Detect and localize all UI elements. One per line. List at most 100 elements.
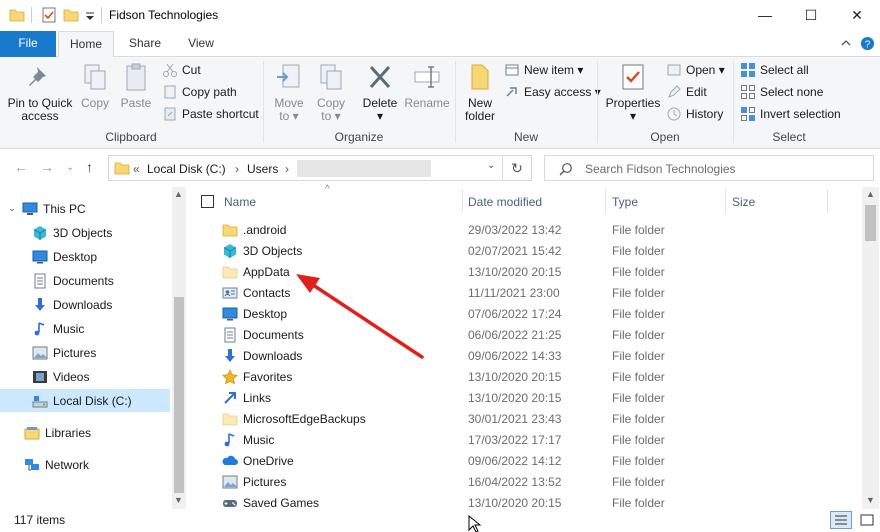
select-none-button[interactable]: Select none [740, 82, 823, 102]
new-folder-button[interactable]: New folder [458, 61, 502, 123]
nav-item-3d-objects[interactable]: 3D Objects [32, 221, 112, 244]
collapse-ribbon-icon[interactable] [840, 36, 852, 50]
tab-home[interactable]: Home [58, 31, 114, 58]
dropdown-arrow-icon: ▾ [292, 109, 299, 123]
properties-button[interactable]: Properties ▾ [602, 61, 664, 123]
copy-to-button[interactable]: Copy to ▾ [310, 61, 352, 123]
downloads-icon [225, 349, 235, 362]
cut-button[interactable]: Cut [162, 60, 201, 80]
copy-button[interactable]: Copy [76, 61, 114, 110]
tab-share[interactable]: Share [120, 31, 170, 57]
large-icons-view-button[interactable] [856, 511, 878, 529]
expand-chevron-icon[interactable]: ⌄ [2, 203, 22, 214]
nav-item-videos[interactable]: Videos [32, 365, 89, 388]
column-header-size[interactable]: Size [732, 187, 812, 215]
tab-view[interactable]: View [178, 31, 224, 57]
scroll-up-icon[interactable]: ▲ [866, 189, 875, 199]
table-row[interactable]: Music 17/03/2022 17:17 File folder [216, 430, 856, 451]
nav-item-network[interactable]: Network [24, 453, 89, 476]
scroll-down-icon[interactable]: ▼ [866, 495, 875, 505]
open-button[interactable]: Open ▾ [666, 60, 725, 80]
open-label: Open [686, 63, 716, 77]
minimize-button[interactable]: — [742, 0, 788, 30]
nav-pane-scrollbar[interactable]: ▲ ▼ [172, 187, 186, 509]
copy-icon [84, 64, 106, 90]
file-type: File folder [612, 307, 665, 321]
rename-label: Rename [404, 96, 450, 110]
table-row[interactable]: Favorites 13/10/2020 20:15 File folder [216, 367, 856, 388]
properties-check-icon[interactable] [41, 7, 57, 23]
maximize-button[interactable]: ☐ [788, 0, 834, 30]
column-header-type[interactable]: Type [612, 187, 722, 215]
back-arrow-icon[interactable]: ← [14, 159, 28, 175]
column-header-date[interactable]: Date modified [468, 187, 604, 215]
breadcrumb-separator[interactable]: › [285, 162, 289, 176]
file-type: File folder [612, 286, 665, 300]
column-divider[interactable] [827, 189, 828, 213]
table-row[interactable]: MicrosoftEdgeBackups 30/01/2021 23:43 File… [216, 409, 856, 430]
column-divider[interactable] [605, 189, 606, 213]
copy-path-icon [164, 85, 176, 99]
new-folder-label-1: New [467, 96, 492, 110]
column-divider[interactable] [462, 189, 463, 213]
scroll-thumb[interactable] [865, 205, 876, 241]
search-box[interactable]: Search Fidson Technologies [544, 155, 874, 181]
tab-file[interactable]: File [0, 31, 56, 57]
new-item-button[interactable]: New item ▾ [504, 60, 583, 80]
recent-locations-chevron-icon[interactable]: ⌄ [66, 162, 74, 173]
nav-item-downloads[interactable]: Downloads [32, 293, 112, 316]
move-to-button[interactable]: Move to ▾ [268, 61, 310, 123]
file-date-modified: 13/10/2020 20:15 [468, 265, 562, 279]
edit-button[interactable]: Edit [666, 82, 707, 102]
copy-path-button[interactable]: Copy path [162, 82, 237, 102]
select-all-checkbox[interactable] [201, 195, 214, 208]
paste-button[interactable]: Paste [116, 61, 156, 110]
nav-item-documents[interactable]: Documents [32, 269, 114, 292]
customize-toolbar-icon[interactable] [84, 7, 96, 23]
cut-label: Cut [182, 63, 201, 77]
rename-button[interactable]: Rename [402, 61, 452, 110]
breadcrumb-local-disk[interactable]: Local Disk (C:) [147, 162, 226, 176]
pin-to-quick-access-button[interactable]: Pin to Quick access [4, 61, 76, 123]
address-dropdown-icon[interactable]: ⌄ [487, 160, 495, 171]
invert-selection-button[interactable]: Invert selection [740, 104, 841, 124]
details-view-button[interactable] [830, 511, 852, 529]
refresh-button[interactable]: ↻ [502, 155, 532, 181]
column-divider[interactable] [725, 189, 726, 213]
nav-item-music[interactable]: Music [32, 317, 84, 340]
table-row[interactable]: OneDrive 09/06/2022 14:12 File folder [216, 451, 856, 472]
nav-item-libraries[interactable]: Libraries [24, 421, 91, 444]
table-row[interactable]: Links 13/10/2020 20:15 File folder [216, 388, 856, 409]
table-row[interactable]: .android 29/03/2022 13:42 File folder [216, 220, 856, 241]
help-icon[interactable]: ? [860, 36, 875, 51]
up-arrow-icon[interactable]: ↑ [86, 159, 93, 175]
close-button[interactable]: ✕ [834, 0, 880, 30]
new-folder-icon[interactable] [63, 7, 79, 23]
ribbon-tabs: File Home Share View ? [0, 31, 880, 58]
breadcrumb-overflow[interactable]: « [133, 162, 140, 176]
file-list-scrollbar[interactable]: ▲ ▼ [862, 187, 879, 509]
table-row[interactable]: 3D Objects 02/07/2021 15:42 File folder [216, 241, 856, 262]
scroll-down-icon[interactable]: ▼ [174, 495, 183, 505]
scroll-up-icon[interactable]: ▲ [174, 189, 183, 199]
paste-shortcut-button[interactable]: Paste shortcut [162, 104, 259, 124]
scroll-thumb[interactable] [174, 297, 184, 493]
breadcrumb-users[interactable]: Users [247, 162, 278, 176]
breadcrumb-separator[interactable]: › [235, 162, 239, 176]
history-button[interactable]: History [666, 104, 723, 124]
easy-access-button[interactable]: Easy access ▾ [504, 82, 601, 102]
table-row[interactable]: Pictures 16/04/2022 13:52 File folder [216, 472, 856, 493]
properties-label: Properties [605, 96, 661, 110]
nav-item-this-pc[interactable]: ⌄ This PC [2, 197, 85, 220]
item-count: 117 items [14, 513, 66, 527]
address-bar[interactable]: « Local Disk (C:) › Users › ⌄ [108, 155, 532, 181]
file-name: Pictures [243, 475, 287, 489]
column-header-name[interactable]: Name [224, 187, 464, 215]
delete-button[interactable]: Delete ▾ [358, 61, 402, 123]
nav-item-local-disk[interactable]: Local Disk (C:) [0, 389, 170, 412]
select-all-button[interactable]: Select all [740, 60, 809, 80]
nav-item-desktop[interactable]: Desktop [32, 245, 97, 268]
clipboard-group-label: Clipboard [105, 130, 157, 144]
forward-arrow-icon[interactable]: → [40, 159, 54, 175]
nav-item-pictures[interactable]: Pictures [32, 341, 96, 364]
